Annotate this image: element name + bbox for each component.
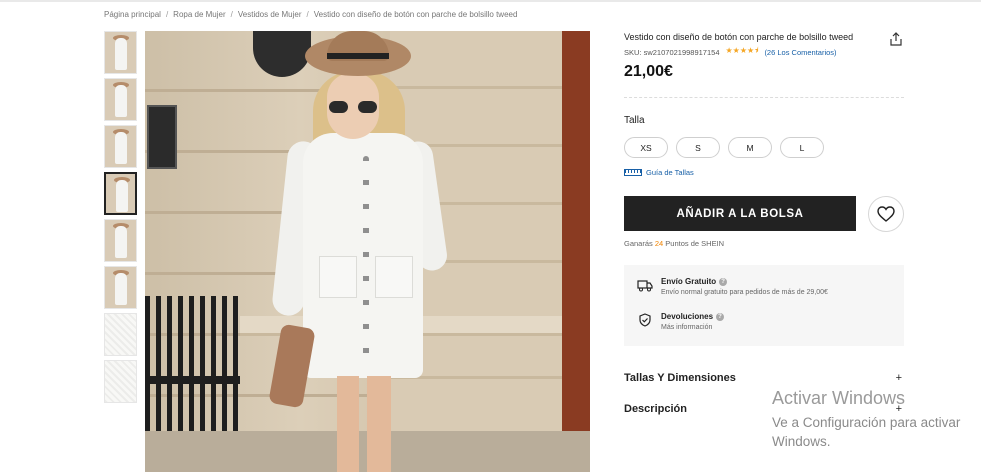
thumbnail-6[interactable] [104,266,137,309]
breadcrumb-current: Vestido con diseño de botón con parche d… [313,10,518,19]
product-price: 21,00€ [624,63,673,80]
free-shipping-title: Envío Gratuito [661,277,717,286]
truck-icon [637,280,653,292]
product-title: Vestido con diseño de botón con parche d… [624,32,854,42]
thumbnail-4-selected[interactable] [104,172,137,215]
breadcrumb-women-clothing[interactable]: Ropa de Mujer [173,10,225,19]
help-icon[interactable]: ? [716,312,725,321]
thumbnail-2[interactable] [104,78,137,121]
ruler-icon [624,169,642,176]
main-product-image[interactable] [145,31,590,472]
returns-row: Devoluciones? Más información [637,312,725,331]
size-option-xs[interactable]: XS [624,137,668,158]
free-shipping-row: Envío Gratuito? Envío normal gratuito pa… [637,277,828,296]
shipping-box: Envío Gratuito? Envío normal gratuito pa… [624,265,904,346]
breadcrumb-separator: / [230,10,233,19]
heart-icon [877,206,895,222]
add-to-bag-button[interactable]: AÑADIR A LA BOLSA [624,196,856,231]
watermark-line-2: Ve a Configuración para activar [772,415,961,430]
sku-label: SKU: sw2107021998917154 [624,47,720,57]
shield-icon [639,313,651,327]
returns-title: Devoluciones [661,312,714,321]
accordion-description-label: Descripción [624,403,687,415]
plus-icon: + [895,372,902,384]
breadcrumb-separator: / [165,10,169,19]
breadcrumb-separator: / [306,10,309,19]
size-option-l[interactable]: L [780,137,824,158]
thumbnail-1[interactable] [104,31,137,74]
points-prefix: Ganarás [624,239,655,248]
points-info: Ganarás 24 Puntos de SHEIN [624,239,724,248]
thumbnail-list [104,31,137,407]
share-icon[interactable] [889,32,903,46]
thumbnail-3[interactable] [104,125,137,168]
breadcrumb-home[interactable]: Página principal [104,10,161,19]
rating-stars-icon: ★★★★⯨ [725,46,759,55]
size-option-s[interactable]: S [676,137,720,158]
size-guide-label: Guía de Tallas [646,168,694,177]
accordion-size-dimensions-label: Tallas Y Dimensiones [624,372,736,384]
watermark-line-3: Windows. [772,434,831,449]
windows-activation-watermark: Activar Windows Ve a Configuración para … [772,388,960,451]
watermark-line-1: Activar Windows [772,388,906,408]
breadcrumb-women-dresses[interactable]: Vestidos de Mujer [238,10,302,19]
reviews-link[interactable]: (26 Los Comentarios) [764,48,836,57]
size-title: Talla [624,115,645,126]
model-illustration [268,31,449,472]
returns-more-info[interactable]: Más información [661,324,724,331]
size-guide-link[interactable]: Guía de Tallas [624,168,694,177]
points-amount: 24 [654,239,664,248]
thumbnail-7-fabric[interactable] [104,313,137,356]
size-options: XS S M L [624,137,824,158]
points-suffix: Puntos de SHEIN [663,239,725,248]
help-icon[interactable]: ? [719,277,728,286]
breadcrumb: Página principal / Ropa de Mujer / Vesti… [104,10,517,19]
wishlist-button[interactable] [868,196,904,232]
sku-rating-row: SKU: sw2107021998917154 ★★★★⯨ (26 Los Co… [624,45,837,59]
accordion-size-dimensions[interactable]: Tallas Y Dimensiones + [624,372,904,384]
price-divider [624,97,904,98]
free-shipping-desc: Envío normal gratuito para pedidos de má… [661,289,828,296]
thumbnail-5[interactable] [104,219,137,262]
thumbnail-8-fabric[interactable] [104,360,137,403]
size-option-m[interactable]: M [728,137,772,158]
